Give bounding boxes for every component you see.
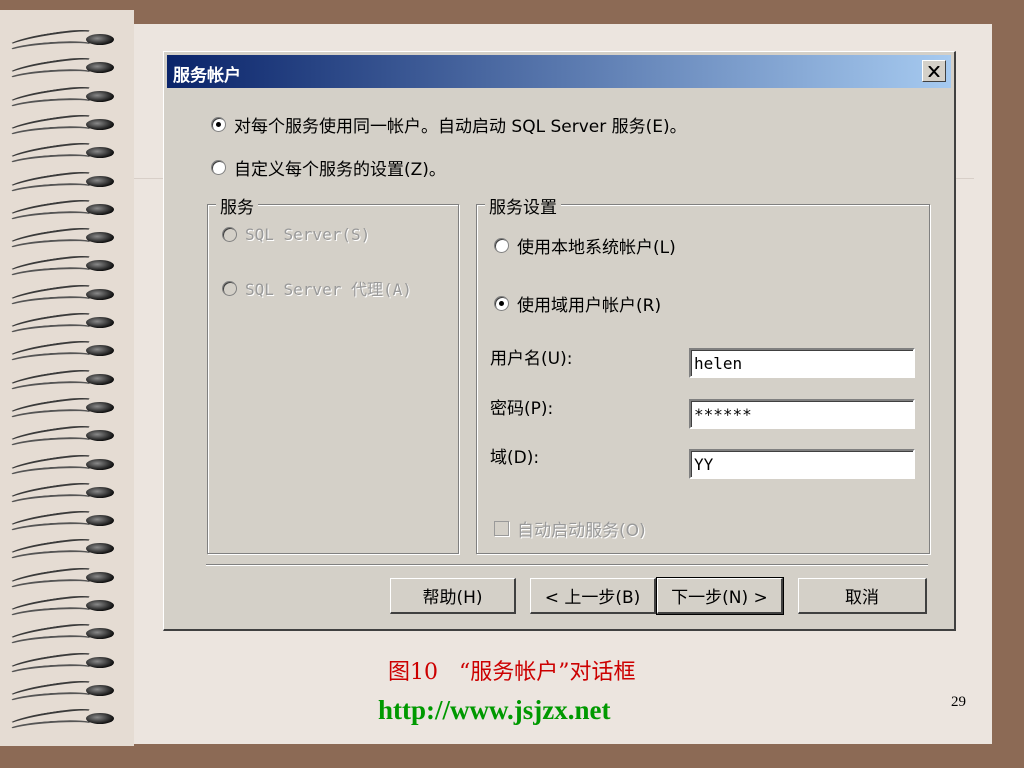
binding-ring (7, 507, 120, 539)
cancel-button[interactable]: 取消 (798, 578, 927, 614)
radio-same-account[interactable] (211, 117, 226, 132)
dialog-title: 服务帐户 (173, 66, 241, 86)
username-field[interactable]: helen (689, 348, 915, 378)
services-group: 服务 SQL Server(S) SQL Server 代理(A) (207, 193, 459, 554)
page-number: 29 (951, 694, 966, 710)
option-domain-account[interactable]: 使用域用户帐户(R) (494, 291, 661, 316)
binding-ring (7, 365, 120, 397)
close-button[interactable] (922, 60, 946, 82)
password-label: 密码(P): (490, 399, 554, 419)
binding-ring (7, 564, 120, 595)
binding-ring (7, 620, 120, 652)
website-link[interactable]: http://www.jsjzx.net (378, 695, 610, 726)
radio-sqlserver (222, 227, 237, 242)
binding-ring (7, 252, 120, 284)
close-icon (928, 65, 940, 77)
back-button[interactable]: < 上一步(B) (530, 578, 656, 614)
binding-ring (7, 450, 120, 482)
option-local-account-label: 使用本地系统帐户(L) (517, 238, 676, 258)
binding-ring (7, 394, 120, 425)
binding-ring (7, 281, 120, 312)
service-sqlagent: SQL Server 代理(A) (222, 276, 412, 300)
autostart-checkbox (494, 521, 509, 536)
service-settings-group-label: 服务设置 (485, 193, 561, 218)
option-custom-label: 自定义每个服务的设置(Z)。 (234, 160, 446, 180)
binding-ring (7, 592, 120, 623)
radio-sqlagent (222, 280, 237, 296)
service-sqlserver-label: SQL Server(S) (245, 225, 371, 244)
service-settings-group: 服务设置 使用本地系统帐户(L) 使用域用户帐户(R) 用户名(U): hele… (476, 193, 930, 554)
binding-ring (7, 309, 120, 340)
domain-label: 域(D): (490, 448, 540, 468)
title-bar: 服务帐户 (167, 55, 951, 88)
binding-ring (7, 82, 120, 114)
binding-ring (7, 196, 120, 227)
services-group-label: 服务 (216, 193, 258, 218)
next-button[interactable]: 下一步(N) > (656, 577, 784, 615)
binding-ring (7, 139, 120, 171)
help-button[interactable]: 帮助(H) (390, 578, 516, 614)
button-separator (206, 564, 928, 566)
option-domain-account-label: 使用域用户帐户(R) (517, 296, 662, 316)
binding-ring (7, 54, 120, 86)
binding-ring (7, 648, 120, 680)
binding-ring (7, 705, 120, 737)
binding-ring (7, 224, 120, 256)
service-sqlagent-label: SQL Server 代理(A) (245, 280, 412, 299)
binding-ring (7, 26, 120, 57)
binding-ring (7, 422, 120, 454)
domain-field[interactable]: YY (689, 449, 915, 479)
binding-ring (7, 535, 120, 567)
autostart-option: 自动启动服务(O) (494, 516, 646, 541)
radio-custom[interactable] (211, 160, 226, 175)
binding-ring (7, 337, 120, 369)
option-same-account[interactable]: 对每个服务使用同一帐户。自动启动 SQL Server 服务(E)。 (211, 112, 687, 137)
option-local-account[interactable]: 使用本地系统帐户(L) (494, 233, 676, 258)
option-same-account-label: 对每个服务使用同一帐户。自动启动 SQL Server 服务(E)。 (234, 117, 687, 137)
radio-domain-account[interactable] (494, 296, 509, 311)
figure-caption: 图10 “服务帐户”对话框 (388, 660, 636, 685)
autostart-label: 自动启动服务(O) (517, 521, 646, 541)
binding-ring (7, 479, 120, 510)
service-sqlserver: SQL Server(S) (222, 225, 370, 244)
radio-local-account[interactable] (494, 238, 509, 253)
username-label: 用户名(U): (490, 349, 573, 369)
option-custom[interactable]: 自定义每个服务的设置(Z)。 (211, 155, 446, 180)
binding-ring (7, 677, 120, 708)
binding-ring (7, 111, 120, 142)
password-field[interactable]: ****** (689, 399, 915, 429)
service-account-dialog: 服务帐户 对每个服务使用同一帐户。自动启动 SQL Server 服务(E)。 … (163, 51, 956, 631)
binding-ring (7, 167, 120, 199)
spiral-binding (7, 26, 120, 748)
